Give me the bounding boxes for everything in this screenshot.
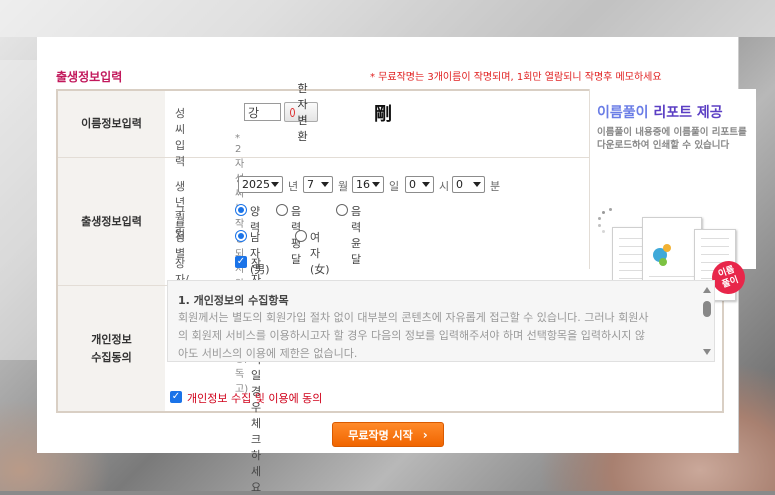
- report-promo: 이름풀이 리포트 제공 이름풀이 내용중에 이름풀이 리포트를 다운로드하여 인…: [589, 89, 756, 307]
- privacy-policy-title: 1. 개인정보의 수집항목: [178, 294, 289, 307]
- calendar-solar-radio[interactable]: [235, 204, 247, 216]
- hanja-convert-button[interactable]: 한자변환: [284, 82, 319, 143]
- name-info-label: 이름정보입력: [58, 91, 165, 157]
- birth-info-label: 출생정보입력: [58, 158, 165, 285]
- hour-unit: 시: [439, 180, 450, 193]
- privacy-scrollbar[interactable]: [700, 281, 714, 361]
- report-desc-line1: 이름풀이 내용중에 이름풀이 리포트를: [597, 127, 747, 138]
- day-select[interactable]: 16: [352, 176, 384, 193]
- privacy-label: 개인정보 수집동의: [58, 286, 165, 411]
- report-title-part3: 제공: [696, 105, 723, 121]
- section-title: 출생정보입력: [56, 70, 123, 84]
- report-desc-line2: 다운로드하여 인쇄할 수 있습니다: [597, 140, 730, 151]
- minute-select[interactable]: 0: [452, 176, 485, 193]
- year-select[interactable]: 2025: [238, 176, 283, 193]
- privacy-policy-text: 회원께서는 별도의 회원가입 절차 없이 대부분의 콘텐츠에 자유롭게 접근할 …: [178, 309, 698, 361]
- privacy-policy-textbox[interactable]: 1. 개인정보의 수집항목 회원께서는 별도의 회원가입 절차 없이 대부분의 …: [167, 280, 715, 362]
- calendar-lunar-radio[interactable]: [276, 204, 288, 216]
- report-title-part1: 이름풀이: [597, 105, 649, 121]
- gender-male-radio[interactable]: [235, 230, 247, 242]
- hour-select[interactable]: 0: [405, 176, 434, 193]
- report-description: 이름풀이 내용중에 이름풀이 리포트를 다운로드하여 인쇄할 수 있습니다: [597, 126, 747, 152]
- month-unit: 월: [338, 180, 349, 193]
- month-select[interactable]: 7: [303, 176, 333, 193]
- scroll-up-arrow-icon[interactable]: [703, 287, 711, 293]
- privacy-consent-label[interactable]: 개인정보 수집 및 이용에 동의: [187, 390, 322, 406]
- gender-female-radio[interactable]: [295, 230, 307, 242]
- start-naming-label: 무료작명 시작: [348, 428, 413, 442]
- privacy-consent-checkbox[interactable]: ✓: [170, 391, 182, 403]
- scroll-down-arrow-icon[interactable]: [703, 349, 711, 355]
- notice-text: * 무료작명는 3개이름이 작명되며, 1회만 열람되니 작명후 메모하세요: [370, 72, 662, 83]
- report-title-part2: 리포트: [653, 105, 693, 121]
- eldest-checkbox[interactable]: ✓: [235, 256, 247, 268]
- surname-input[interactable]: 강: [244, 103, 281, 121]
- report-title: 이름풀이 리포트 제공: [597, 102, 723, 122]
- chevron-right-icon: ›: [422, 427, 428, 442]
- hanja-convert-label: 한자변환: [297, 82, 308, 143]
- privacy-text-line3: 아도 서비스의 이용에 제한은 없습니다.: [178, 347, 358, 360]
- privacy-label-line1: 개인정보: [91, 332, 132, 346]
- day-unit: 일: [389, 180, 400, 193]
- year-unit: 년: [288, 180, 299, 193]
- start-naming-button[interactable]: 무료작명 시작 ›: [332, 422, 444, 447]
- privacy-label-line2: 수집동의: [91, 350, 132, 364]
- name-form-panel: 출생정보입력 * 무료작명는 3개이름이 작명되며, 1회만 열람되니 작명후 …: [37, 37, 756, 494]
- scroll-thumb[interactable]: [703, 301, 711, 317]
- privacy-text-line1: 회원께서는 별도의 회원가입 절차 없이 대부분의 콘텐츠에 자유롭게 접근할 …: [178, 311, 649, 324]
- refresh-icon: [290, 107, 295, 117]
- calendar-leap-radio[interactable]: [336, 204, 348, 216]
- minute-unit: 분: [490, 180, 501, 193]
- hanja-character: 剛: [374, 104, 392, 125]
- calendar-leap-label: 음력윤달: [351, 205, 362, 266]
- privacy-text-line2: 의 회원제 서비스를 이용하시고자 할 경우 다음의 정보를 입력해주셔야 하며…: [178, 329, 645, 342]
- gender-female-label: 여자(女): [310, 231, 330, 276]
